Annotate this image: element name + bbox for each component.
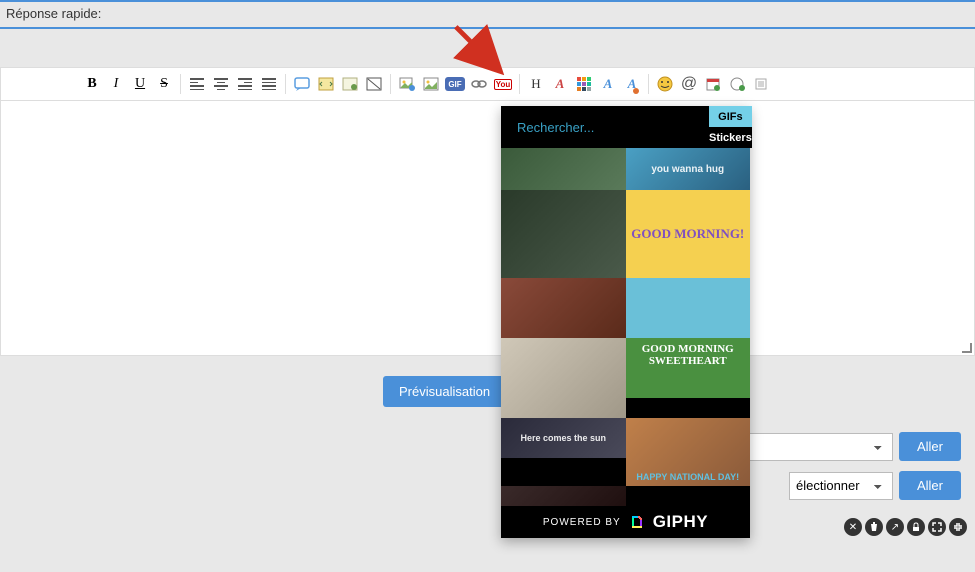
code-icon [318,77,334,91]
align-center-button[interactable] [210,73,232,95]
image-host-icon [399,77,415,91]
expand-icon[interactable] [928,518,946,536]
preview-button[interactable]: Prévisualisation [383,376,506,407]
gif-thumbnail[interactable] [501,486,626,506]
gif-thumbnail[interactable] [501,190,626,278]
go-button-2[interactable]: Aller [899,471,961,500]
date-icon [706,77,720,91]
image-icon [423,77,439,91]
other-button[interactable] [750,73,772,95]
font-other-icon: A [628,76,637,92]
form-row: Sau Aller [6,432,969,461]
other-icon [754,77,768,91]
align-left-button[interactable] [186,73,208,95]
select-action[interactable]: électionner [789,472,893,500]
lock-icon[interactable] [907,518,925,536]
image-button[interactable] [420,73,442,95]
reply-title: Réponse rapide: [6,6,101,21]
gif-thumbnail[interactable] [501,148,626,190]
emoji-icon [657,76,673,92]
underline-button[interactable]: U [129,73,151,95]
close-icon[interactable]: ✕ [844,518,862,536]
giphy-brand-text: GIPHY [653,512,708,532]
footer-admin-icons: ✕ ↗ [0,516,975,538]
align-right-button[interactable] [234,73,256,95]
form-row: électionner Aller [6,471,969,500]
hidden-button[interactable] [363,73,385,95]
more-icon [729,76,745,92]
spoiler-icon [342,77,358,91]
spoiler-button[interactable] [339,73,361,95]
font-size-button[interactable]: A [549,73,571,95]
trash-icon[interactable] [865,518,883,536]
mention-button[interactable]: @ [678,73,700,95]
align-center-icon [214,78,228,90]
font-other-button[interactable]: A [621,73,643,95]
emoji-button[interactable] [654,73,676,95]
gif-thumbnail[interactable] [501,278,626,338]
quote-button[interactable] [291,73,313,95]
giphy-popup: GIFs Stickers you wanna hug GOOD MORNING… [501,106,750,538]
resize-handle[interactable] [960,341,974,355]
quote-icon [294,77,310,91]
collapse-icon[interactable] [949,518,967,536]
more-button[interactable] [726,73,748,95]
giphy-logo-icon [629,514,645,530]
gif-thumbnail[interactable]: GOOD MORNING! [626,190,751,278]
color-icon [577,77,591,91]
font-family-icon: A [604,76,613,92]
bottom-bar: Prévisualisation Sau Aller électionner A… [0,356,975,516]
annotation-arrow [451,22,509,83]
giphy-footer: POWERED BY GIPHY [501,506,750,538]
date-button[interactable] [702,73,724,95]
gif-thumbnail[interactable]: GOOD MORNING SWEETHEART [626,278,751,398]
italic-button[interactable]: I [105,73,127,95]
gif-thumbnail[interactable]: HAPPY NATIONAL DAY! [626,418,751,486]
giphy-search-input[interactable] [501,106,709,148]
align-justify-button[interactable] [258,73,280,95]
mention-icon: @ [681,75,697,93]
font-family-button[interactable]: A [597,73,619,95]
giphy-powered-text: POWERED BY [543,517,621,528]
strike-button[interactable]: S [153,73,175,95]
align-justify-icon [262,78,276,90]
color-button[interactable] [573,73,595,95]
align-right-icon [238,78,252,90]
giphy-grid: you wanna hug GOOD MORNING! GOOD MORNING… [501,148,750,506]
giphy-tab-gifs[interactable]: GIFs [709,106,752,127]
image-host-button[interactable] [396,73,418,95]
gif-thumbnail[interactable]: Here comes the sun [501,418,626,458]
giphy-tab-stickers[interactable]: Stickers [709,127,752,148]
bold-button[interactable]: B [81,73,103,95]
heading-button[interactable]: H [525,73,547,95]
align-left-icon [190,78,204,90]
gif-thumbnail[interactable] [501,338,626,418]
heading-icon: H [531,76,540,92]
hidden-icon [366,77,382,91]
code-button[interactable] [315,73,337,95]
arrow-icon[interactable]: ↗ [886,518,904,536]
font-size-icon: A [556,76,565,92]
go-button-1[interactable]: Aller [899,432,961,461]
gif-thumbnail[interactable]: you wanna hug [626,148,751,190]
editor-textarea[interactable] [0,101,975,356]
